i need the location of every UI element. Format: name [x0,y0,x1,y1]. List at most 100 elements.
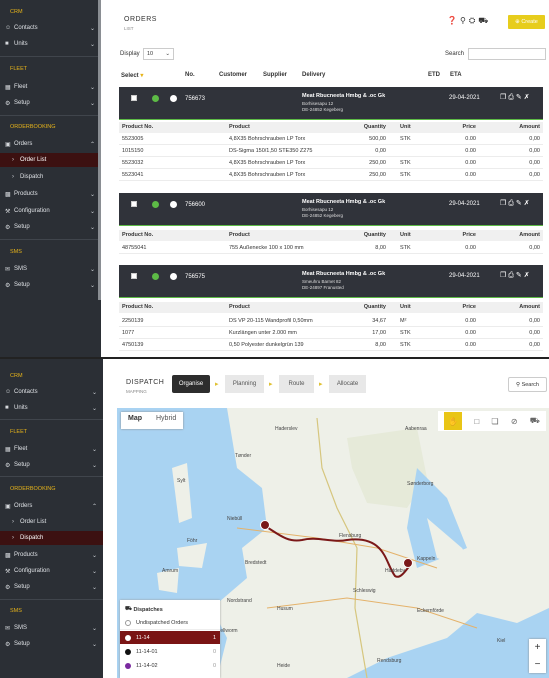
delete-icon[interactable]: ✗ [524,272,532,279]
search-icon[interactable]: ⚲ [460,16,466,26]
column-header-etd[interactable]: ETD [428,72,440,78]
print-icon[interactable]: ⎙ [508,272,516,279]
cell: 1077 [122,330,135,336]
truck-icon[interactable]: ⛟ [530,416,540,426]
select-radio[interactable] [170,273,177,280]
gear-icon: ⚙ [5,224,11,231]
sidebar-item-orders[interactable]: ▣ Orders ⌃ [0,499,103,513]
sidebar-item-orders[interactable]: ▣ Orders ⌃ [0,137,101,151]
sidebar-item-order-list[interactable]: › Order List [0,515,103,529]
search-input[interactable] [468,48,546,60]
chevron-down-icon: ⌄ [89,191,95,198]
select-checkbox[interactable] [131,95,137,101]
dispatch-item[interactable]: Undispatched Orders [120,617,220,630]
sidebar-item-setup[interactable]: ⚙ Setup ⌄ [0,96,101,110]
product-row: 1015150 DS-Sigma 150/1,50 STE350 Z275 0,00… [119,146,543,157]
sidebar-section-fleet: FLEET [10,66,28,72]
sidebar-item-dispatch[interactable]: › Dispatch [0,531,103,545]
sidebar-item-dispatch[interactable]: › Dispatch [0,170,101,184]
block-icon[interactable]: ⊘ [511,417,518,426]
sidebar-section-sms: SMS [10,249,22,255]
create-button[interactable]: ⊕ Create [508,15,545,29]
column-header-customer[interactable]: Customer [219,72,247,78]
cell: 4,8X35 Bohrschrauben LP Torx [229,136,306,142]
tab-hybrid[interactable]: Hybrid [149,412,183,429]
step-route[interactable]: Route [279,375,314,393]
truck-icon[interactable]: ⛟ [478,16,488,26]
zoom-out-button[interactable]: − [529,656,546,673]
cell: 0,50 Polyester dunkelgrün 139 [229,342,304,348]
divider [119,297,543,298]
sidebar-item-setup[interactable]: ⚙ Setup ⌄ [0,278,101,292]
column-header-select[interactable]: Select ▾ [121,72,143,79]
sidebar-item-contacts[interactable]: ☺ Contacts ⌄ [0,21,101,35]
order-row[interactable]: 756673 Meat Rbucneeta Hmbg & .oc Gk Borh… [119,87,543,119]
display-select[interactable]: 10 ⌄ [143,48,174,60]
sort-icon: ▾ [138,73,144,79]
sidebar-item-setup[interactable]: ⚙ Setup ⌄ [0,220,101,234]
tab-map[interactable]: Map [121,412,149,429]
sidebar-item-setup[interactable]: ⚙ Setup ⌄ [0,458,103,472]
sidebar-item-configuration[interactable]: ⚒ Configuration ⌄ [0,564,103,578]
edit-icon[interactable]: ✎ [516,200,524,207]
map-view[interactable]: Haderslev Aabenraa Tønder Sylt Sønderbor… [117,408,549,678]
select-checkbox[interactable] [131,201,137,207]
sidebar-item-units[interactable]: ■ Units ⌄ [0,37,101,51]
map-place-label: Sylt [177,478,186,484]
dispatch-item[interactable]: 11-14 1 [120,631,220,644]
sidebar-item-sms[interactable]: ✉ SMS ⌄ [0,621,103,635]
sidebar-item-products[interactable]: ▩ Products ⌄ [0,548,103,562]
dispatch-item[interactable]: 11-14-01 0 [120,645,220,658]
sidebar-item-setup[interactable]: ⚙ Setup ⌄ [0,637,103,651]
zoom-in-button[interactable]: + [529,639,546,656]
sidebar-item-order-list[interactable]: › Order List [0,153,101,167]
sidebar-item-contacts[interactable]: ☺ Contacts ⌄ [0,385,103,399]
sidebar-item-products[interactable]: ▩ Products ⌄ [0,187,101,201]
route-start-marker[interactable] [260,520,270,530]
sidebar-item-sms[interactable]: ✉ SMS ⌄ [0,262,101,276]
lasso-icon[interactable]: ❏ [491,417,498,426]
cell: 0,00 [529,330,540,336]
sidebar-item-fleet[interactable]: ▦ Fleet ⌄ [0,442,103,456]
help-icon[interactable]: ❓ [447,16,457,26]
dispatches-header: ⛟ Dispatches [120,603,220,616]
sidebar-item-configuration[interactable]: ⚒ Configuration ⌄ [0,204,101,218]
order-row[interactable]: 756575 Meat Rbucneeta Hmbg & .oc Gk Smeu… [119,265,543,297]
step-organise[interactable]: Organise [172,375,210,393]
sidebar-scrollbar[interactable] [98,0,101,300]
column-header-delivery[interactable]: Delivery [302,72,325,78]
select-checkbox[interactable] [131,273,137,279]
dispatch-item[interactable]: 11-14-02 0 [120,659,220,672]
filter-icon[interactable]: ⛭ [469,16,475,26]
zoom-control: + − [529,639,546,673]
print-icon[interactable]: ⎙ [508,200,516,207]
select-radio[interactable] [170,201,177,208]
order-row[interactable]: 756600 Meat Rbucneeta Hmbg & .oc Gk Borh… [119,193,543,225]
header-product: Product [229,124,250,130]
sidebar-section-orderbooking: ORDERBOOKING [10,124,56,130]
map-place-label: Schleswig [353,588,376,594]
sidebar-item-setup[interactable]: ⚙ Setup ⌄ [0,580,103,594]
print-icon[interactable]: ⎙ [508,94,516,101]
route-end-marker[interactable] [403,558,413,568]
select-area-icon[interactable]: □ [474,417,479,426]
step-allocate[interactable]: Allocate [329,375,366,393]
hand-icon[interactable]: ✋ [444,412,463,430]
select-radio[interactable] [170,95,177,102]
sidebar-item-units[interactable]: ■ Units ⌄ [0,401,103,415]
column-header-no[interactable]: No. [185,72,195,78]
column-header-eta[interactable]: ETA [450,72,462,78]
create-label: Create [521,19,538,25]
edit-icon[interactable]: ✎ [516,272,524,279]
gear-icon: ⚙ [5,282,11,289]
step-planning[interactable]: Planning [225,375,264,393]
edit-icon[interactable]: ✎ [516,94,524,101]
column-header-supplier[interactable]: Supplier [263,72,287,78]
delete-icon[interactable]: ✗ [524,200,532,207]
sidebar-item-label: SMS [14,266,28,272]
cell: 0,00 [529,172,540,178]
delete-icon[interactable]: ✗ [524,94,532,101]
row-actions: ❐⎙✎✗ [500,93,532,102]
search-button[interactable]: ⚲ Search [508,377,547,392]
sidebar-item-fleet[interactable]: ▦ Fleet ⌄ [0,80,101,94]
